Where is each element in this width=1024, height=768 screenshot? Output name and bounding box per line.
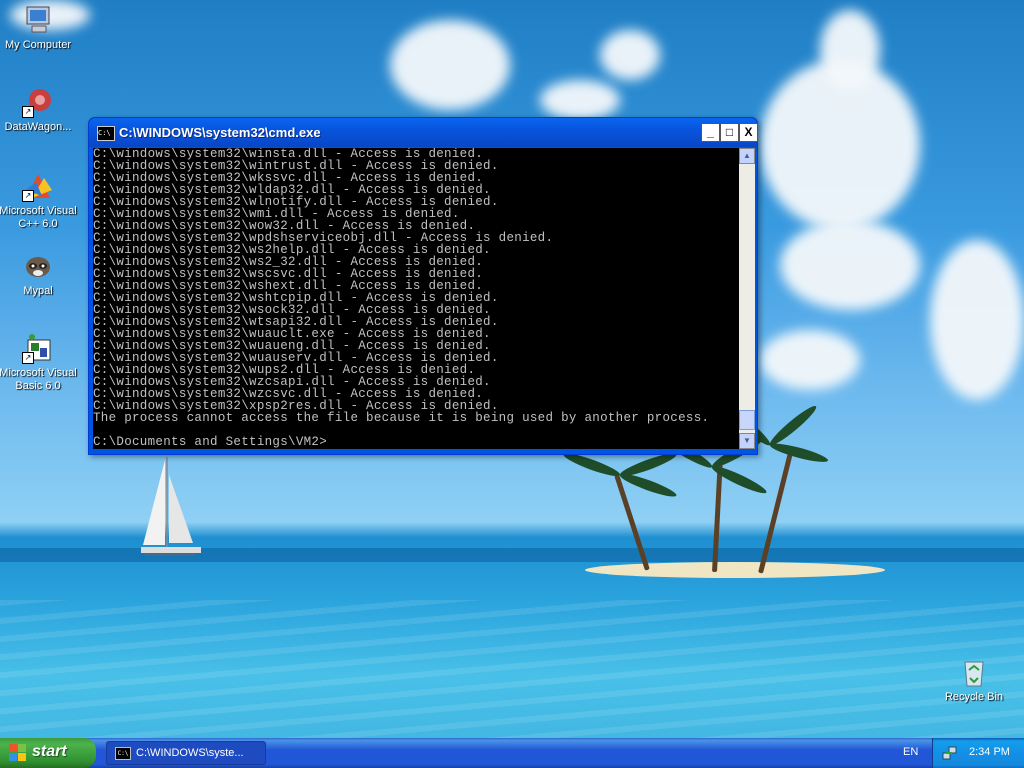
palm-frond (766, 402, 820, 449)
cmd-icon: C:\ (115, 747, 131, 760)
maximize-button[interactable]: □ (720, 123, 739, 142)
shortcut-arrow-icon: ↗ (22, 190, 34, 202)
visual-cpp-icon: ↗ (22, 170, 54, 202)
cloud (760, 330, 860, 390)
cloud (540, 80, 620, 120)
close-button[interactable]: X (739, 123, 758, 142)
cloud (820, 10, 880, 90)
shortcut-arrow-icon: ↗ (22, 352, 34, 364)
recycle-bin-icon (958, 656, 990, 688)
cloud (930, 240, 1024, 400)
cloud (600, 30, 660, 80)
console-output[interactable]: C:\windows\system32\winsta.dll - Access … (93, 148, 739, 449)
visual-basic-icon: ↗ (22, 332, 54, 364)
mypal-icon (22, 250, 54, 282)
taskbar-item-label: C:\WINDOWS\syste... (136, 747, 244, 759)
window-titlebar[interactable]: C:\ C:\WINDOWS\system32\cmd.exe _ □ X (89, 118, 758, 147)
start-label: start (32, 743, 67, 760)
vertical-scrollbar[interactable]: ▲ ▼ (739, 148, 755, 449)
desktop-icon-datawagon[interactable]: ↗ DataWagon... (0, 86, 78, 134)
scroll-up-button[interactable]: ▲ (739, 148, 755, 164)
minimize-button[interactable]: _ (701, 123, 720, 142)
console-line: The process cannot access the file becau… (93, 411, 710, 425)
palm-frond (768, 440, 830, 466)
cmd-icon[interactable]: C:\ (97, 126, 115, 141)
cloud (390, 20, 510, 110)
cmd-window[interactable]: C:\ C:\WINDOWS\system32\cmd.exe _ □ X C:… (88, 117, 758, 455)
windows-logo-icon (9, 744, 27, 762)
desktop-icon-label: Recycle Bin (944, 691, 1004, 703)
shortcut-arrow-icon: ↗ (22, 106, 34, 118)
desktop-icon-my-computer[interactable]: My Computer (0, 4, 78, 52)
palm-frond (618, 470, 679, 501)
my-computer-icon (22, 4, 54, 36)
window-title: C:\WINDOWS\system32\cmd.exe (119, 125, 321, 140)
desktop-icon-mypal[interactable]: Mypal (0, 250, 78, 298)
sailboat-image (141, 457, 201, 556)
cloud (780, 220, 920, 310)
desktop-icon-label: My Computer (4, 39, 72, 51)
desktop-icon-label: Microsoft Visual C++ 6.0 (0, 205, 77, 230)
desktop-icon-label: DataWagon... (4, 121, 72, 133)
desktop-icon-label: Mypal (23, 285, 53, 297)
scroll-thumb[interactable] (739, 410, 755, 430)
sea-ripples (0, 600, 1024, 740)
clock[interactable]: 2:34 PM (969, 746, 1010, 758)
taskbar: start C:\ C:\WINDOWS\syste... EN 2:34 PM (0, 738, 1024, 768)
network-icon[interactable] (942, 745, 958, 761)
desktop-icon-visual-basic[interactable]: ↗ Microsoft Visual Basic 6.0 (0, 332, 78, 393)
language-indicator[interactable]: EN (903, 746, 918, 758)
scroll-down-button[interactable]: ▼ (739, 433, 755, 449)
desktop-icon-recycle-bin[interactable]: Recycle Bin (934, 656, 1014, 704)
desktop-icon-label: Microsoft Visual Basic 6.0 (0, 367, 77, 392)
desktop-icon-visual-cpp[interactable]: ↗ Microsoft Visual C++ 6.0 (0, 170, 78, 231)
system-tray: 2:34 PM (932, 738, 1024, 768)
taskbar-item-cmd[interactable]: C:\ C:\WINDOWS\syste... (106, 741, 266, 765)
start-button[interactable]: start (0, 738, 96, 768)
datawagon-icon: ↗ (22, 86, 54, 118)
island (585, 562, 885, 578)
command-prompt[interactable]: C:\Documents and Settings\VM2> (93, 436, 739, 449)
